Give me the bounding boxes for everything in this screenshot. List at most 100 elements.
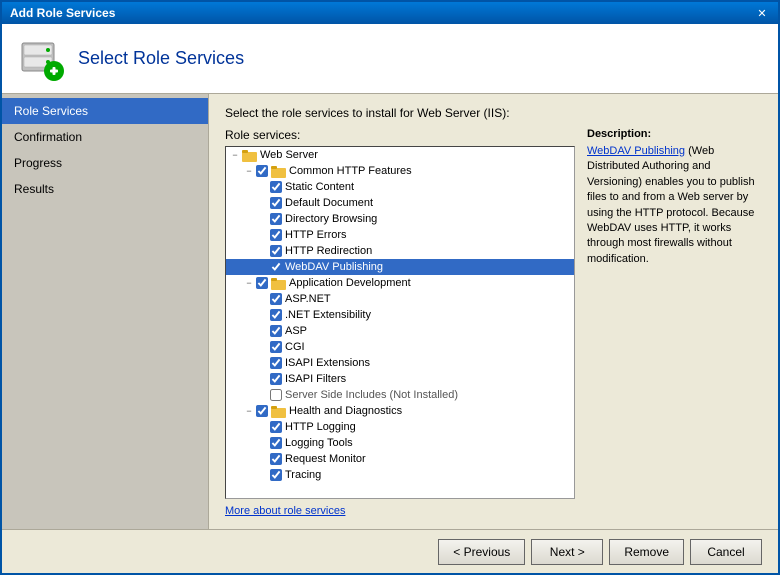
more-link[interactable]: More about role services — [225, 505, 575, 517]
cancel-button[interactable]: Cancel — [690, 539, 762, 565]
tree-item-server-side-includes[interactable]: − Server Side Includes (Not Installed) — [226, 387, 574, 403]
sidebar-item-results[interactable]: Results — [2, 176, 208, 202]
label-web-server: Web Server — [260, 149, 318, 161]
label-logging-tools: Logging Tools — [285, 437, 353, 449]
toggle-health-diagnostics[interactable]: − — [242, 404, 256, 418]
label-http-logging: HTTP Logging — [285, 421, 356, 433]
tree-item-asp-net[interactable]: − ASP.NET — [226, 291, 574, 307]
header: Select Role Services — [2, 24, 778, 94]
toggle-common-http[interactable]: − — [242, 164, 256, 178]
label-asp-net: ASP.NET — [285, 293, 331, 305]
cb-tracing[interactable] — [270, 469, 282, 481]
desc-panel: Description: WebDAV Publishing (Web Dist… — [587, 128, 762, 517]
cb-health-diagnostics[interactable] — [256, 405, 268, 417]
tree-item-directory-browsing[interactable]: − Directory Browsing — [226, 211, 574, 227]
cb-webdav-publishing[interactable] — [270, 261, 282, 273]
toggle-app-development[interactable]: − — [242, 276, 256, 290]
tree-item-logging-tools[interactable]: − Logging Tools — [226, 435, 574, 451]
cb-asp[interactable] — [270, 325, 282, 337]
sidebar: Role Services Confirmation Progress Resu… — [2, 94, 209, 529]
tree-item-tracing[interactable]: − Tracing — [226, 467, 574, 483]
tree-item-net-extensibility[interactable]: − .NET Extensibility — [226, 307, 574, 323]
tree-item-default-document[interactable]: − Default Document — [226, 195, 574, 211]
label-asp: ASP — [285, 325, 307, 337]
tree-item-isapi-filters[interactable]: − ISAPI Filters — [226, 371, 574, 387]
cb-net-extensibility[interactable] — [270, 309, 282, 321]
folder-icon-app-dev — [271, 277, 287, 290]
cb-common-http[interactable] — [256, 165, 268, 177]
desc-text: WebDAV Publishing (Web Distributed Autho… — [587, 144, 762, 267]
toggle-web-server[interactable]: − — [228, 148, 242, 162]
label-tracing: Tracing — [285, 469, 321, 481]
cb-request-monitor[interactable] — [270, 453, 282, 465]
label-health-diagnostics: Health and Diagnostics — [289, 405, 402, 417]
title-bar: Add Role Services ✕ — [2, 2, 778, 24]
close-button[interactable]: ✕ — [754, 5, 770, 21]
cb-directory-browsing[interactable] — [270, 213, 282, 225]
next-button[interactable]: Next > — [531, 539, 603, 565]
header-icon — [18, 35, 66, 83]
label-http-errors: HTTP Errors — [285, 229, 347, 241]
window: Add Role Services ✕ Select Role Services — [0, 0, 780, 575]
sidebar-item-progress[interactable]: Progress — [2, 150, 208, 176]
desc-link[interactable]: WebDAV Publishing — [587, 145, 685, 157]
desc-label: Description: — [587, 128, 762, 140]
tree-item-http-errors[interactable]: − HTTP Errors — [226, 227, 574, 243]
cb-server-side-includes[interactable] — [270, 389, 282, 401]
cb-logging-tools[interactable] — [270, 437, 282, 449]
label-net-extensibility: .NET Extensibility — [285, 309, 371, 321]
folder-icon-web-server — [242, 149, 258, 162]
tree-item-app-development[interactable]: − Application Development — [226, 275, 574, 291]
tree-item-asp[interactable]: − ASP — [226, 323, 574, 339]
label-static-content: Static Content — [285, 181, 354, 193]
label-cgi: CGI — [285, 341, 305, 353]
header-title: Select Role Services — [78, 48, 244, 69]
previous-button[interactable]: < Previous — [438, 539, 525, 565]
cb-http-errors[interactable] — [270, 229, 282, 241]
panel-body: Role services: − Web Server − — [225, 128, 762, 517]
footer: < Previous Next > Remove Cancel — [2, 529, 778, 573]
cb-asp-net[interactable] — [270, 293, 282, 305]
cb-static-content[interactable] — [270, 181, 282, 193]
folder-icon-health — [271, 405, 287, 418]
cb-isapi-filters[interactable] — [270, 373, 282, 385]
tree-item-request-monitor[interactable]: − Request Monitor — [226, 451, 574, 467]
main-description: Select the role services to install for … — [225, 106, 762, 120]
tree-item-cgi[interactable]: − CGI — [226, 339, 574, 355]
cb-default-document[interactable] — [270, 197, 282, 209]
sidebar-item-confirmation[interactable]: Confirmation — [2, 124, 208, 150]
window-title: Add Role Services — [10, 6, 115, 20]
label-common-http: Common HTTP Features — [289, 165, 412, 177]
role-services-label: Role services: — [225, 128, 575, 142]
desc-body: (Web Distributed Authoring and Versionin… — [587, 145, 755, 265]
label-webdav-publishing: WebDAV Publishing — [285, 261, 383, 273]
tree-item-isapi-extensions[interactable]: − ISAPI Extensions — [226, 355, 574, 371]
label-server-side-includes: Server Side Includes (Not Installed) — [285, 389, 458, 401]
remove-button[interactable]: Remove — [609, 539, 684, 565]
tree-item-web-server[interactable]: − Web Server — [226, 147, 574, 163]
cb-isapi-extensions[interactable] — [270, 357, 282, 369]
label-isapi-filters: ISAPI Filters — [285, 373, 346, 385]
label-request-monitor: Request Monitor — [285, 453, 366, 465]
cb-http-redirection[interactable] — [270, 245, 282, 257]
sidebar-item-role-services[interactable]: Role Services — [2, 98, 208, 124]
folder-icon-common-http — [271, 165, 287, 178]
content-area: Role Services Confirmation Progress Resu… — [2, 94, 778, 529]
role-list-box[interactable]: − Web Server − Common HTTP Features — [225, 146, 575, 499]
main-panel: Select the role services to install for … — [209, 94, 778, 529]
tree-item-static-content[interactable]: − Static Content — [226, 179, 574, 195]
cb-app-development[interactable] — [256, 277, 268, 289]
label-directory-browsing: Directory Browsing — [285, 213, 377, 225]
label-default-document: Default Document — [285, 197, 373, 209]
cb-http-logging[interactable] — [270, 421, 282, 433]
tree-item-common-http[interactable]: − Common HTTP Features — [226, 163, 574, 179]
cb-cgi[interactable] — [270, 341, 282, 353]
tree-item-webdav-publishing[interactable]: − WebDAV Publishing — [226, 259, 574, 275]
tree-item-http-logging[interactable]: − HTTP Logging — [226, 419, 574, 435]
tree-item-http-redirection[interactable]: − HTTP Redirection — [226, 243, 574, 259]
role-list-container: Role services: − Web Server − — [225, 128, 575, 517]
label-http-redirection: HTTP Redirection — [285, 245, 372, 257]
tree-item-health-diagnostics[interactable]: − Health and Diagnostics — [226, 403, 574, 419]
label-app-development: Application Development — [289, 277, 411, 289]
label-isapi-extensions: ISAPI Extensions — [285, 357, 370, 369]
